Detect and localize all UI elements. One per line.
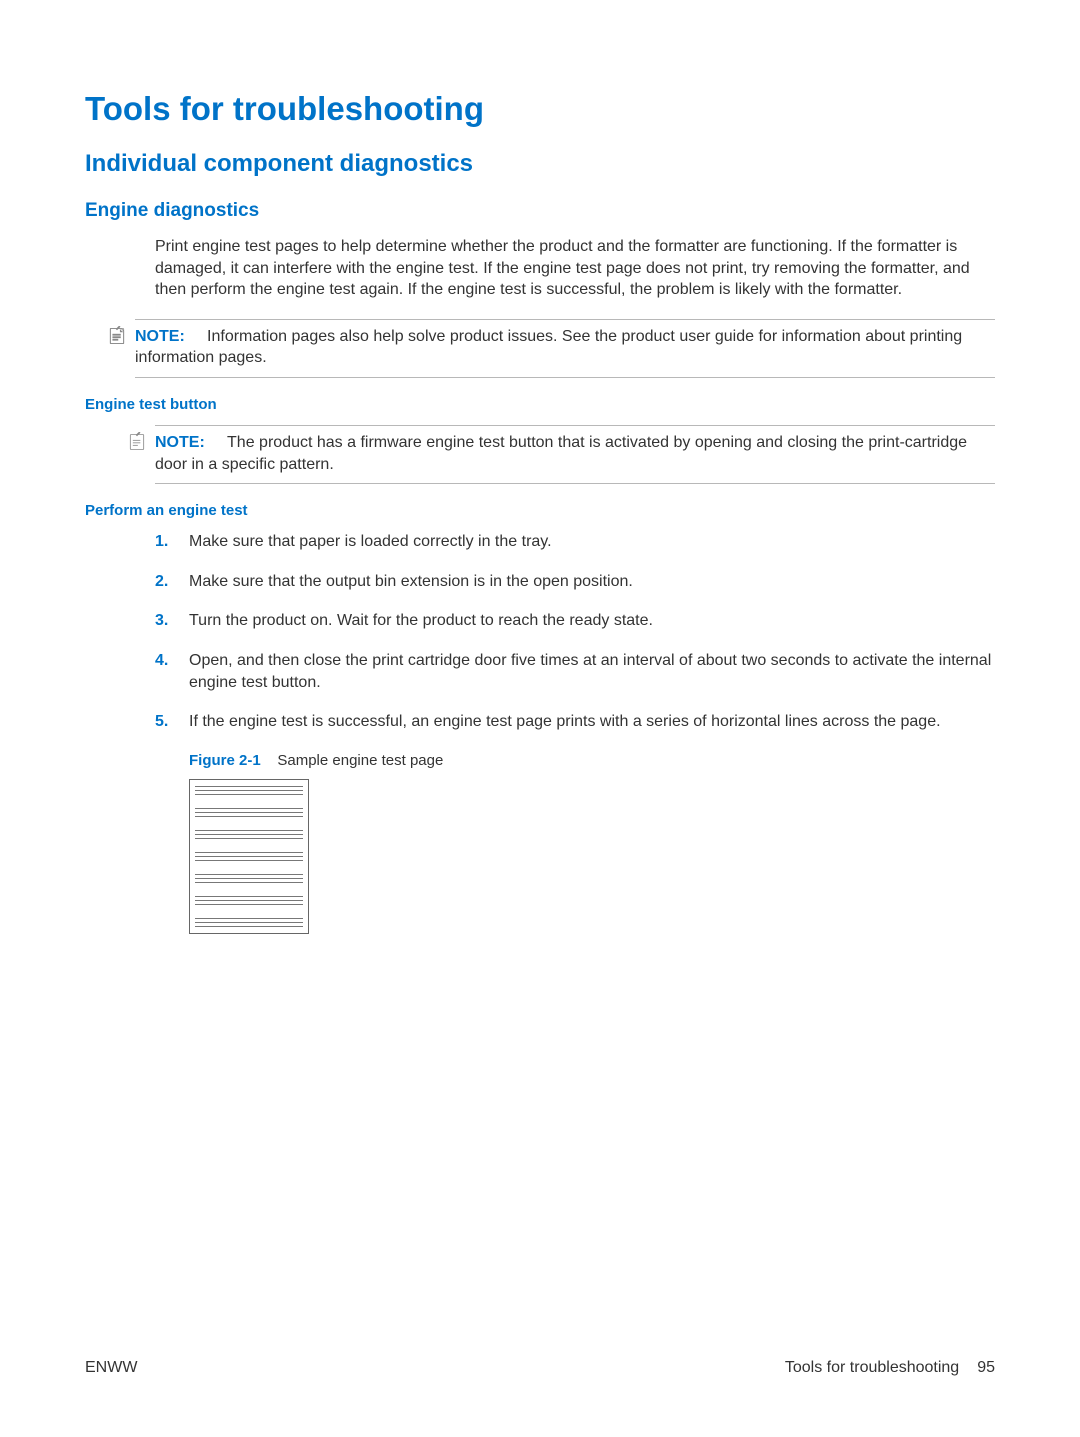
note-text: The product has a firmware engine test b… [155, 434, 967, 473]
figure-caption: Figure 2-1 Sample engine test page [189, 751, 995, 771]
intro-paragraph: Print engine test pages to help determin… [155, 236, 995, 301]
heading-4-perform-engine-test: Perform an engine test [85, 502, 995, 519]
step-number: 1. [155, 531, 189, 553]
note-icon [127, 432, 147, 452]
step-item: 2.Make sure that the output bin extensio… [155, 571, 995, 593]
heading-3-engine-diagnostics: Engine diagnostics [85, 200, 995, 222]
step-text: Make sure that paper is loaded correctly… [189, 531, 552, 553]
note-block-1: NOTE: Information pages also help solve … [135, 319, 995, 378]
step-number: 5. [155, 711, 189, 733]
step-item: 3.Turn the product on. Wait for the prod… [155, 610, 995, 632]
step-item: 1.Make sure that paper is loaded correct… [155, 531, 995, 553]
step-text: If the engine test is successful, an eng… [189, 711, 941, 733]
note-icon [107, 326, 127, 346]
step-number: 2. [155, 571, 189, 593]
note-label: NOTE: [155, 434, 205, 451]
step-text: Make sure that the output bin extension … [189, 571, 633, 593]
heading-4-engine-test-button: Engine test button [85, 396, 995, 413]
heading-2: Individual component diagnostics [85, 150, 995, 178]
figure-label: Figure 2-1 [189, 752, 261, 769]
step-number: 3. [155, 610, 189, 632]
step-text: Open, and then close the print cartridge… [189, 650, 995, 693]
ordered-steps: 1.Make sure that paper is loaded correct… [155, 531, 995, 934]
heading-1: Tools for troubleshooting [85, 90, 995, 128]
step-item: 4.Open, and then close the print cartrid… [155, 650, 995, 693]
page-footer: ENWW Tools for troubleshooting 95 [85, 1359, 995, 1377]
footer-left: ENWW [85, 1359, 137, 1377]
note-text: Information pages also help solve produc… [135, 328, 962, 367]
note-block-2: NOTE: The product has a firmware engine … [155, 425, 995, 484]
step-number: 4. [155, 650, 189, 693]
figure-caption-text: Sample engine test page [277, 752, 443, 769]
sample-engine-test-page-figure [189, 779, 309, 934]
note-label: NOTE: [135, 328, 185, 345]
step-item: 5. If the engine test is successful, an … [155, 711, 995, 934]
step-text: Turn the product on. Wait for the produc… [189, 610, 653, 632]
page: Tools for troubleshooting Individual com… [0, 0, 1080, 1437]
page-number: 95 [977, 1359, 995, 1377]
footer-section-title: Tools for troubleshooting [785, 1359, 959, 1377]
